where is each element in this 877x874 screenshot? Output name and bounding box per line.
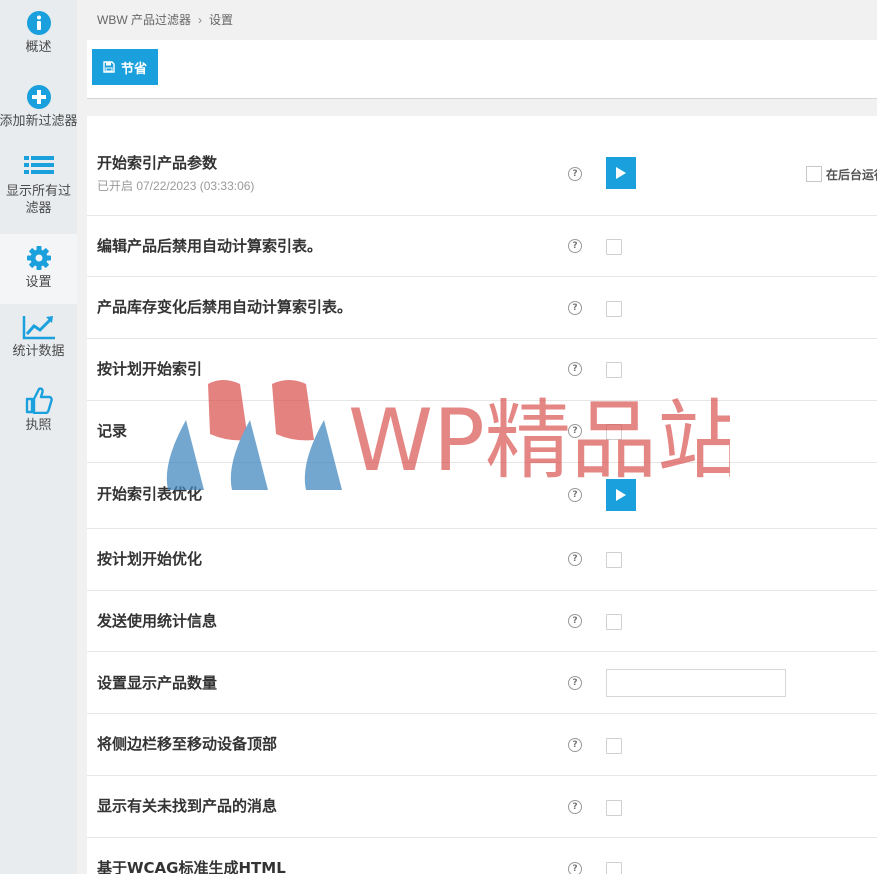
setting-label: 发送使用统计信息: [97, 612, 218, 630]
sidebar-item-label: 概述: [25, 40, 52, 55]
trend-chart-icon: [22, 316, 55, 340]
setting-row-disable-autocalc-edit: 编辑产品后禁用自动计算索引表。 ?: [87, 215, 877, 277]
setting-label: 按计划开始索引: [97, 360, 203, 378]
sidebar-item-label: 设置: [25, 275, 52, 290]
help-icon[interactable]: ?: [568, 552, 582, 566]
help-icon[interactable]: ?: [568, 424, 582, 438]
sidebar-item-label: 添加新过滤器: [0, 114, 78, 129]
sidebar-item-overview[interactable]: 概述: [0, 10, 77, 56]
start-index-button[interactable]: [606, 157, 636, 189]
products-count-input[interactable]: [606, 669, 786, 697]
help-icon[interactable]: ?: [568, 800, 582, 814]
breadcrumb-separator: ›: [198, 13, 202, 27]
help-icon[interactable]: ?: [568, 488, 582, 502]
background-run-checkbox[interactable]: [806, 166, 822, 182]
wcag-html-checkbox[interactable]: [606, 862, 622, 874]
setting-label: 按计划开始优化: [97, 550, 203, 568]
setting-label: 产品库存变化后禁用自动计算索引表。: [97, 298, 353, 316]
setting-row-index-start: 开始索引产品参数 已开启 07/22/2023 (03:33:06) ? 在后台…: [87, 116, 877, 216]
help-icon[interactable]: ?: [568, 362, 582, 376]
setting-row-wcag-html: 基于WCAG标准生成HTML ?: [87, 837, 877, 874]
help-icon[interactable]: ?: [568, 301, 582, 315]
setting-row-products-count: 设置显示产品数量 ?: [87, 651, 877, 714]
help-icon[interactable]: ?: [568, 738, 582, 752]
move-sidebar-checkbox[interactable]: [606, 738, 622, 754]
setting-label: 显示有关未找到产品的消息: [97, 797, 278, 815]
sidebar-item-label: 统计数据: [12, 344, 65, 359]
sidebar-item-settings[interactable]: 设置: [0, 234, 77, 304]
help-icon[interactable]: ?: [568, 239, 582, 253]
help-icon[interactable]: ?: [568, 167, 582, 181]
setting-row-scheduled-optimize: 按计划开始优化 ?: [87, 528, 877, 591]
breadcrumb: WBW 产品过滤器 › 设置: [97, 11, 233, 28]
play-icon: [616, 167, 626, 179]
setting-row-logging: 记录 ?: [87, 400, 877, 463]
disable-autocalc-stock-checkbox[interactable]: [606, 301, 622, 317]
setting-label: 开始索引产品参数: [97, 154, 218, 172]
thumbs-up-icon: [25, 387, 53, 414]
sidebar: 概述 添加新过滤器 显示所有过滤器 设置 统计数据 执照: [0, 0, 78, 874]
setting-label: 记录: [97, 422, 128, 440]
setting-row-optimize-index: 开始索引表优化 ?: [87, 462, 877, 529]
setting-label: 开始索引表优化: [97, 485, 203, 503]
setting-label: 设置显示产品数量: [97, 674, 218, 692]
sidebar-item-label: 显示所有过滤器: [5, 184, 71, 216]
setting-label: 基于WCAG标准生成HTML: [97, 859, 286, 874]
help-icon[interactable]: ?: [568, 614, 582, 628]
plus-circle-icon: [26, 85, 51, 109]
sidebar-item-all-filters[interactable]: 显示所有过滤器: [0, 154, 77, 217]
setting-label: 将侧边栏移至移动设备顶部: [97, 735, 278, 753]
gear-icon: [26, 246, 51, 270]
setting-row-not-found-message: 显示有关未找到产品的消息 ?: [87, 775, 877, 838]
disable-autocalc-edit-checkbox[interactable]: [606, 239, 622, 255]
sidebar-item-statistics[interactable]: 统计数据: [0, 314, 77, 360]
send-stats-checkbox[interactable]: [606, 614, 622, 630]
setting-row-send-stats: 发送使用统计信息 ?: [87, 590, 877, 652]
play-icon: [616, 489, 626, 501]
info-circle-icon: [26, 11, 51, 35]
setting-row-disable-autocalc-stock: 产品库存变化后禁用自动计算索引表。 ?: [87, 276, 877, 339]
setting-row-move-sidebar: 将侧边栏移至移动设备顶部 ?: [87, 713, 877, 776]
sidebar-item-license[interactable]: 执照: [0, 386, 77, 434]
settings-panel: 开始索引产品参数 已开启 07/22/2023 (03:33:06) ? 在后台…: [87, 116, 877, 874]
background-run-label: 在后台运行: [826, 168, 877, 182]
save-button-label: 节省: [120, 61, 147, 77]
sidebar-item-label: 执照: [25, 418, 52, 433]
setting-row-scheduled-index: 按计划开始索引 ?: [87, 338, 877, 401]
save-button[interactable]: 节省: [92, 49, 158, 85]
not-found-message-checkbox[interactable]: [606, 800, 622, 816]
toolbar: 节省: [87, 40, 877, 99]
index-status-text: 已开启 07/22/2023 (03:33:06): [97, 179, 255, 193]
scheduled-index-checkbox[interactable]: [606, 362, 622, 378]
scheduled-optimize-checkbox[interactable]: [606, 552, 622, 568]
list-icon: [23, 156, 54, 174]
setting-label: 编辑产品后禁用自动计算索引表。: [97, 237, 323, 255]
help-icon[interactable]: ?: [568, 862, 582, 874]
help-icon[interactable]: ?: [568, 676, 582, 690]
breadcrumb-plugin-link[interactable]: WBW 产品过滤器: [97, 13, 191, 27]
start-optimize-button[interactable]: [606, 479, 636, 511]
floppy-disk-icon: [103, 61, 115, 73]
sidebar-item-add-filter[interactable]: 添加新过滤器: [0, 84, 78, 130]
logging-checkbox[interactable]: [606, 424, 622, 440]
breadcrumb-current: 设置: [209, 13, 234, 27]
